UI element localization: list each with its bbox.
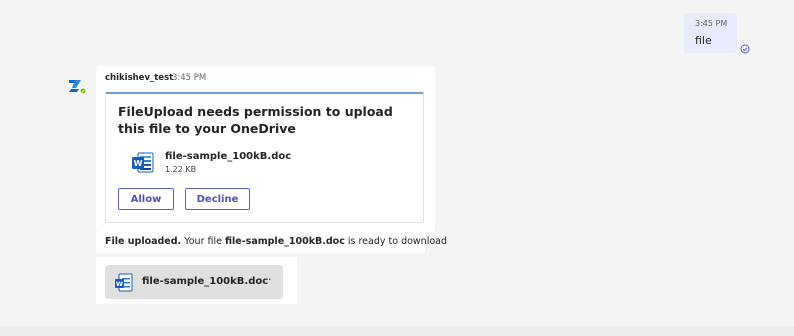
word-doc-icon: W [115, 273, 133, 292]
allow-button[interactable]: Allow [118, 188, 174, 210]
message-time: 3:45 PM [172, 73, 207, 83]
svg-text:W: W [116, 280, 123, 288]
notice-text-1: Your file [181, 236, 225, 247]
outgoing-message-bubble[interactable]: 3:45 PM file [684, 13, 737, 53]
file-name[interactable]: file-sample_100kB.doc [165, 151, 291, 162]
attachment-file-name[interactable]: file-sample_100kB.doc [142, 276, 268, 287]
sender-name[interactable]: chikishev_test [105, 73, 173, 83]
bottom-strip [0, 326, 794, 336]
more-options-icon[interactable]: ··· [259, 273, 273, 286]
outgoing-message-text: file [695, 34, 712, 47]
decline-button[interactable]: Decline [185, 188, 250, 210]
card-title: FileUpload needs permission to upload th… [118, 104, 393, 136]
notice-prefix: File uploaded. [105, 236, 182, 247]
file-size: 1.22 KB [165, 165, 197, 174]
upload-notice: File uploaded. Your file file-sample_100… [105, 236, 447, 247]
outgoing-message-time: 3:45 PM [695, 19, 728, 28]
notice-file-name: file-sample_100kB.doc [224, 236, 345, 247]
word-doc-icon: W [132, 152, 154, 173]
read-receipt-icon [740, 44, 750, 54]
bot-avatar-icon[interactable] [68, 76, 86, 94]
notice-text-2: is ready to download [344, 236, 448, 247]
svg-text:W: W [134, 159, 143, 168]
